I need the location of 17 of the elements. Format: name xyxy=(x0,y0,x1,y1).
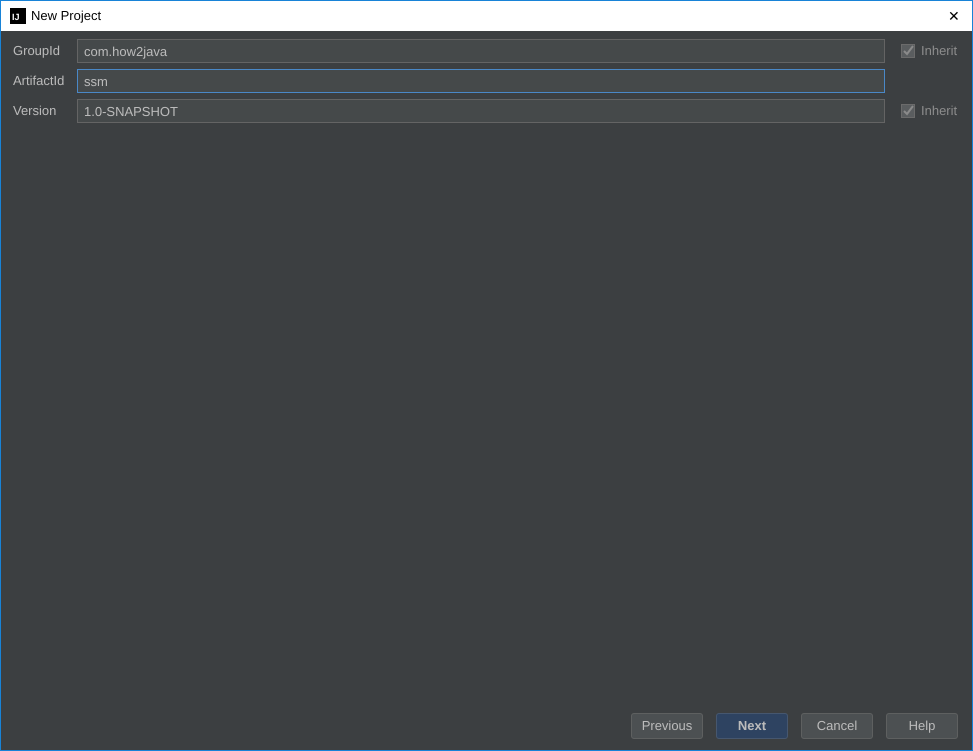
field-label: GroupId xyxy=(13,42,61,60)
text-field[interactable]: 1.0-SNAPSHOT xyxy=(77,99,885,123)
checkbox-label: Inherit xyxy=(921,102,958,120)
dialog-button[interactable]: Next xyxy=(716,713,788,739)
checkbox[interactable] xyxy=(901,44,915,58)
checkbox[interactable] xyxy=(901,104,915,118)
close-button[interactable]: ✕ xyxy=(939,1,969,31)
dialog-button[interactable]: Help xyxy=(886,713,958,739)
app-logo-icon: IJ xyxy=(10,8,26,24)
text-field[interactable]: ssm xyxy=(77,69,885,93)
dialog-button[interactable]: Cancel xyxy=(801,713,873,739)
field-label: ArtifactId xyxy=(13,72,66,90)
window-title: New Project xyxy=(31,7,102,26)
dialog-button[interactable]: Previous xyxy=(631,713,703,739)
checkbox-label: Inherit xyxy=(921,42,958,60)
field-label: Version xyxy=(13,102,58,120)
text-field[interactable]: com.how2java xyxy=(77,39,885,63)
